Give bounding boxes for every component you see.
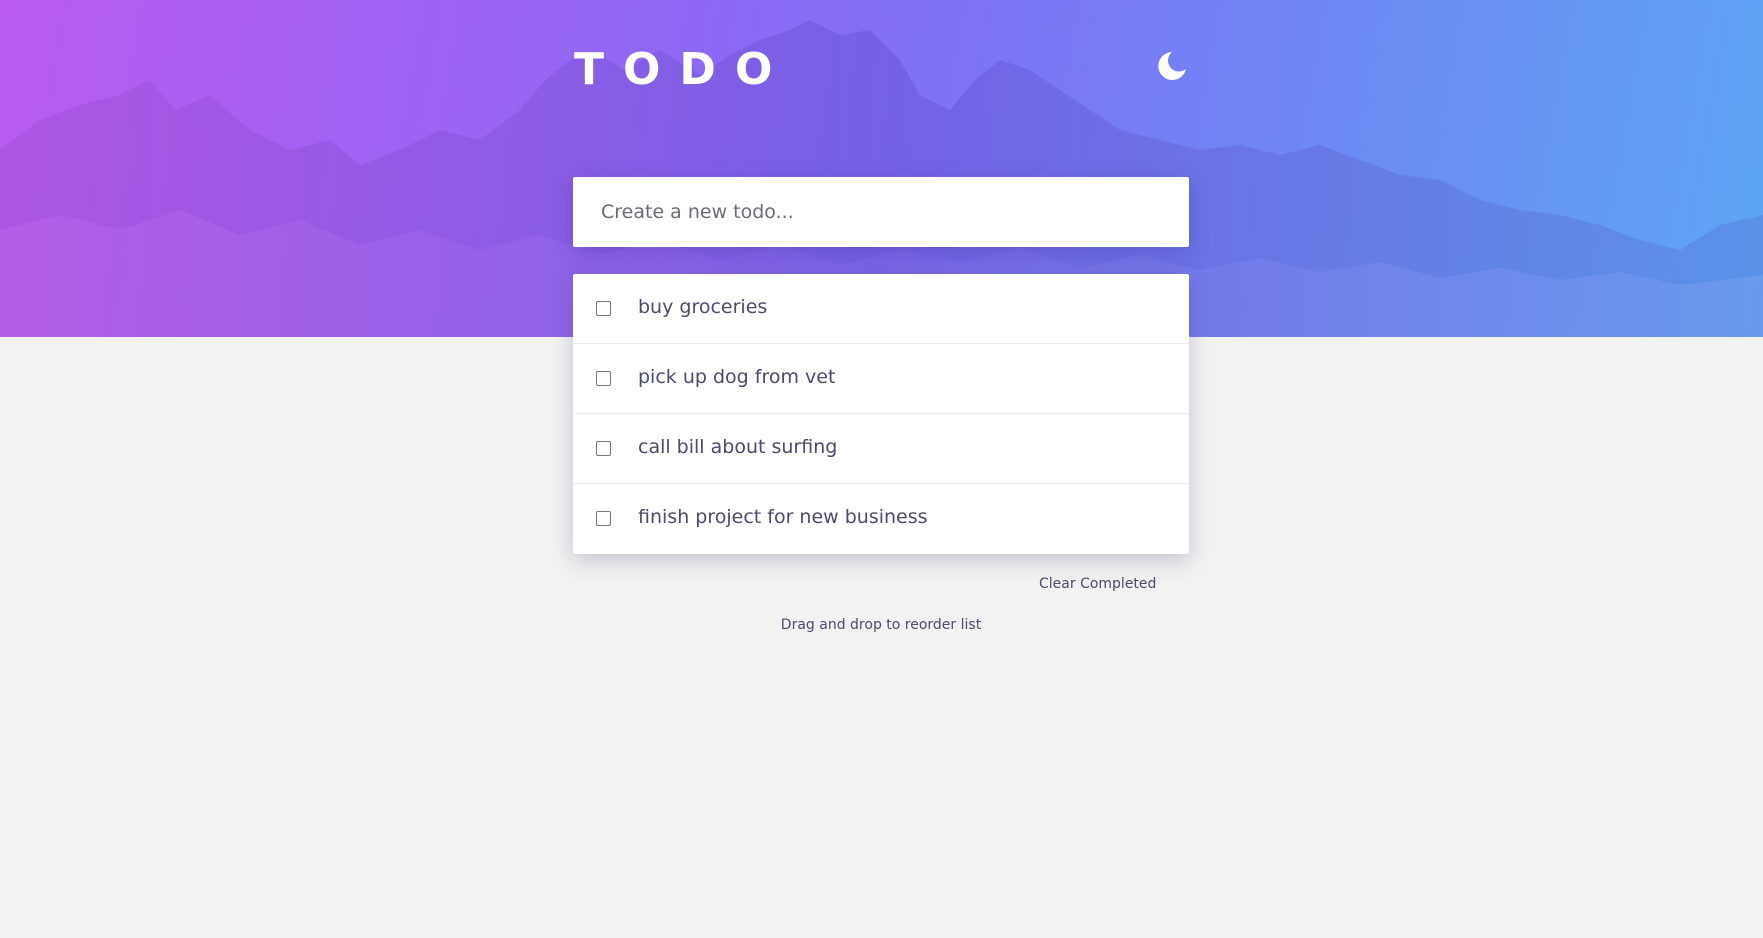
app-header: TODO bbox=[573, 40, 1189, 100]
todo-app: TODO buy groceries pick up dog from vet … bbox=[0, 0, 1763, 938]
todo-checkbox[interactable] bbox=[596, 511, 611, 526]
moon-icon bbox=[1158, 52, 1186, 80]
todo-item[interactable]: buy groceries bbox=[573, 274, 1189, 344]
todo-item[interactable]: call bill about surfing bbox=[573, 414, 1189, 484]
todo-checkbox[interactable] bbox=[596, 301, 611, 316]
reorder-hint: Drag and drop to reorder list bbox=[780, 617, 982, 633]
todo-checkbox[interactable] bbox=[596, 441, 611, 456]
theme-toggle-button[interactable] bbox=[1155, 49, 1189, 83]
todo-item[interactable]: finish project for new business bbox=[573, 484, 1189, 554]
todo-list: buy groceries pick up dog from vet call … bbox=[573, 274, 1189, 554]
todo-item[interactable]: pick up dog from vet bbox=[573, 344, 1189, 414]
todo-text: buy groceries bbox=[638, 296, 768, 318]
app-title: TODO bbox=[574, 44, 792, 95]
new-todo-box bbox=[573, 177, 1189, 247]
clear-completed-button[interactable]: Clear Completed bbox=[1039, 576, 1156, 592]
new-todo-input[interactable] bbox=[573, 177, 1189, 247]
todo-text: pick up dog from vet bbox=[638, 366, 836, 388]
todo-checkbox[interactable] bbox=[596, 371, 611, 386]
todo-text: finish project for new business bbox=[638, 506, 928, 528]
todo-text: call bill about surfing bbox=[638, 436, 838, 458]
